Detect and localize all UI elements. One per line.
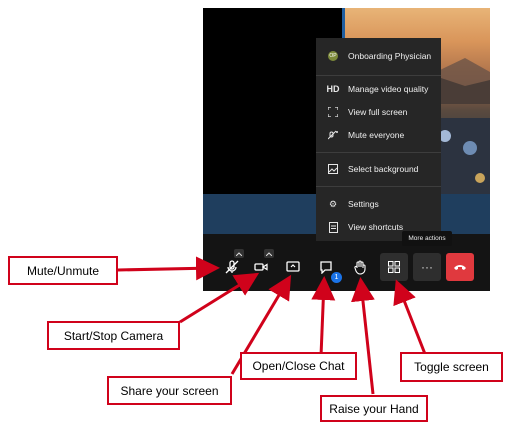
callout-toggle-screen: Toggle screen (400, 352, 503, 382)
callout-open-close-chat: Open/Close Chat (240, 352, 357, 380)
callout-share-screen: Share your screen (107, 376, 232, 405)
callout-mute-unmute: Mute/Unmute (8, 256, 118, 285)
callout-raise-hand: Raise your Hand (320, 395, 428, 422)
callout-start-stop-camera: Start/Stop Camera (47, 321, 180, 350)
